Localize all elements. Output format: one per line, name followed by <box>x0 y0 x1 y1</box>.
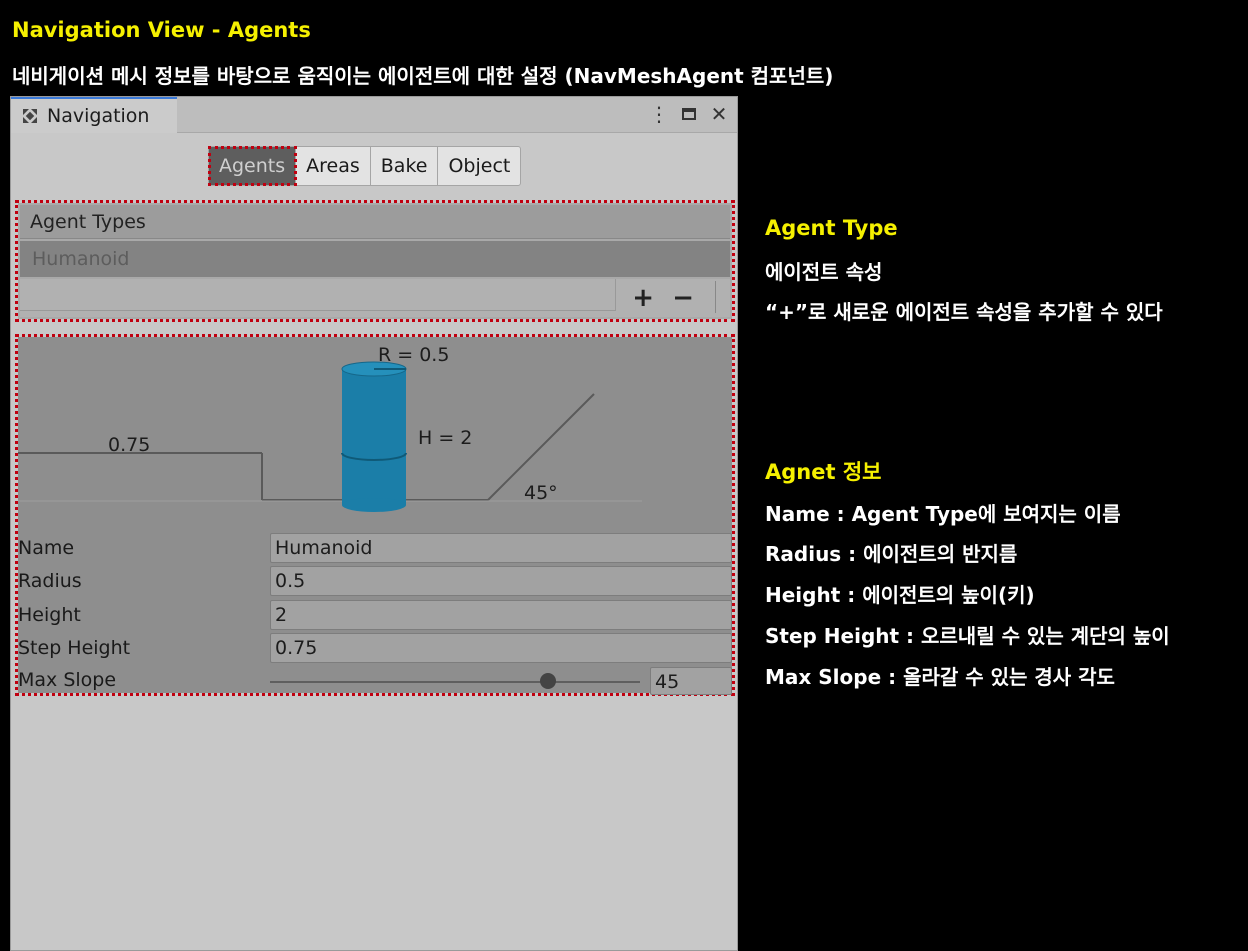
max-slope-slider-thumb[interactable] <box>539 673 556 689</box>
agent-info-annotation-line: Max Slope : 올라갈 수 있는 경사 각도 <box>765 665 1115 689</box>
height-label: H = 2 <box>418 427 472 449</box>
tab-bake[interactable]: Bake <box>371 147 439 185</box>
agent-type-item[interactable]: Humanoid <box>20 241 730 277</box>
window-controls: ⋮ ✕ <box>649 102 729 126</box>
tab-areas[interactable]: Areas <box>296 147 371 185</box>
max-slope-row: Max Slope 45 <box>18 665 732 695</box>
height-row: Height 2 <box>18 600 732 630</box>
maximize-icon[interactable] <box>679 103 699 125</box>
window-titlebar: Navigation ⋮ ✕ <box>11 97 737 133</box>
more-options-icon[interactable]: ⋮ <box>649 102 669 126</box>
window-tab-navigation[interactable]: Navigation <box>11 97 177 133</box>
max-slope-label: Max Slope <box>18 669 117 691</box>
page-subtitle: 네비게이션 메시 정보를 바탕으로 움직이는 에이전트에 대한 설정 (NavM… <box>12 64 834 88</box>
navigation-tabs: Agents Areas Bake Object <box>207 146 522 186</box>
close-icon[interactable]: ✕ <box>709 102 729 126</box>
max-slope-field[interactable]: 45 <box>650 667 732 695</box>
tab-object[interactable]: Object <box>438 147 520 185</box>
window-tab-label: Navigation <box>47 105 150 127</box>
height-field-label: Height <box>18 604 81 626</box>
page-title: Navigation View - Agents <box>12 18 311 42</box>
footer-separator <box>715 281 730 313</box>
step-height-row: Step Height 0.75 <box>18 633 732 663</box>
remove-agent-type-button[interactable]: − <box>672 283 694 313</box>
height-field[interactable]: 2 <box>270 600 732 630</box>
agent-cylinder <box>342 369 406 505</box>
name-label: Name <box>18 537 75 559</box>
tab-agents[interactable]: Agents <box>207 146 298 186</box>
max-slope-slider[interactable] <box>270 681 640 683</box>
radius-field[interactable]: 0.5 <box>270 566 732 596</box>
radius-label: R = 0.5 <box>378 344 449 366</box>
agent-types-header: Agent Types <box>20 205 730 239</box>
agent-types-footer: + − <box>20 279 730 317</box>
radius-field-label: Radius <box>18 570 82 592</box>
agent-type-annotation-line: 에이전트 속성 <box>765 260 883 284</box>
footer-divider <box>20 279 616 311</box>
add-agent-type-button[interactable]: + <box>632 283 654 313</box>
radius-row: Radius 0.5 <box>18 566 732 596</box>
step-label: 0.75 <box>108 434 150 456</box>
name-field[interactable]: Humanoid <box>270 533 732 563</box>
agent-type-annotation-line: “+”로 새로운 에이전트 속성을 추가할 수 있다 <box>765 300 1163 324</box>
step-height-label: Step Height <box>18 637 131 659</box>
slope-label: 45° <box>524 482 558 504</box>
agent-info-panel: R = 0.5 H = 2 0.75 45° Name Humanoid Rad… <box>15 334 735 696</box>
navigation-icon <box>21 107 39 125</box>
step-height-field[interactable]: 0.75 <box>270 633 732 663</box>
agent-info-annotation-line: Step Height : 오르내릴 수 있는 계단의 높이 <box>765 624 1170 648</box>
agent-types-panel: Agent Types Humanoid + − <box>15 200 735 322</box>
agent-info-annotation-line: Name : Agent Type에 보여지는 이름 <box>765 502 1121 526</box>
agent-type-annotation-heading: Agent Type <box>765 216 898 240</box>
name-row: Name Humanoid <box>18 533 732 563</box>
agent-info-annotation-heading: Agnet 정보 <box>765 460 882 484</box>
navigation-window: Navigation ⋮ ✕ Agents Areas Bake Object … <box>10 96 738 951</box>
agent-info-annotation-line: Height : 에이전트의 높이(키) <box>765 583 1035 607</box>
agent-info-annotation-line: Radius : 에이전트의 반지름 <box>765 542 1018 566</box>
agent-diagram: R = 0.5 H = 2 0.75 45° <box>18 344 642 512</box>
